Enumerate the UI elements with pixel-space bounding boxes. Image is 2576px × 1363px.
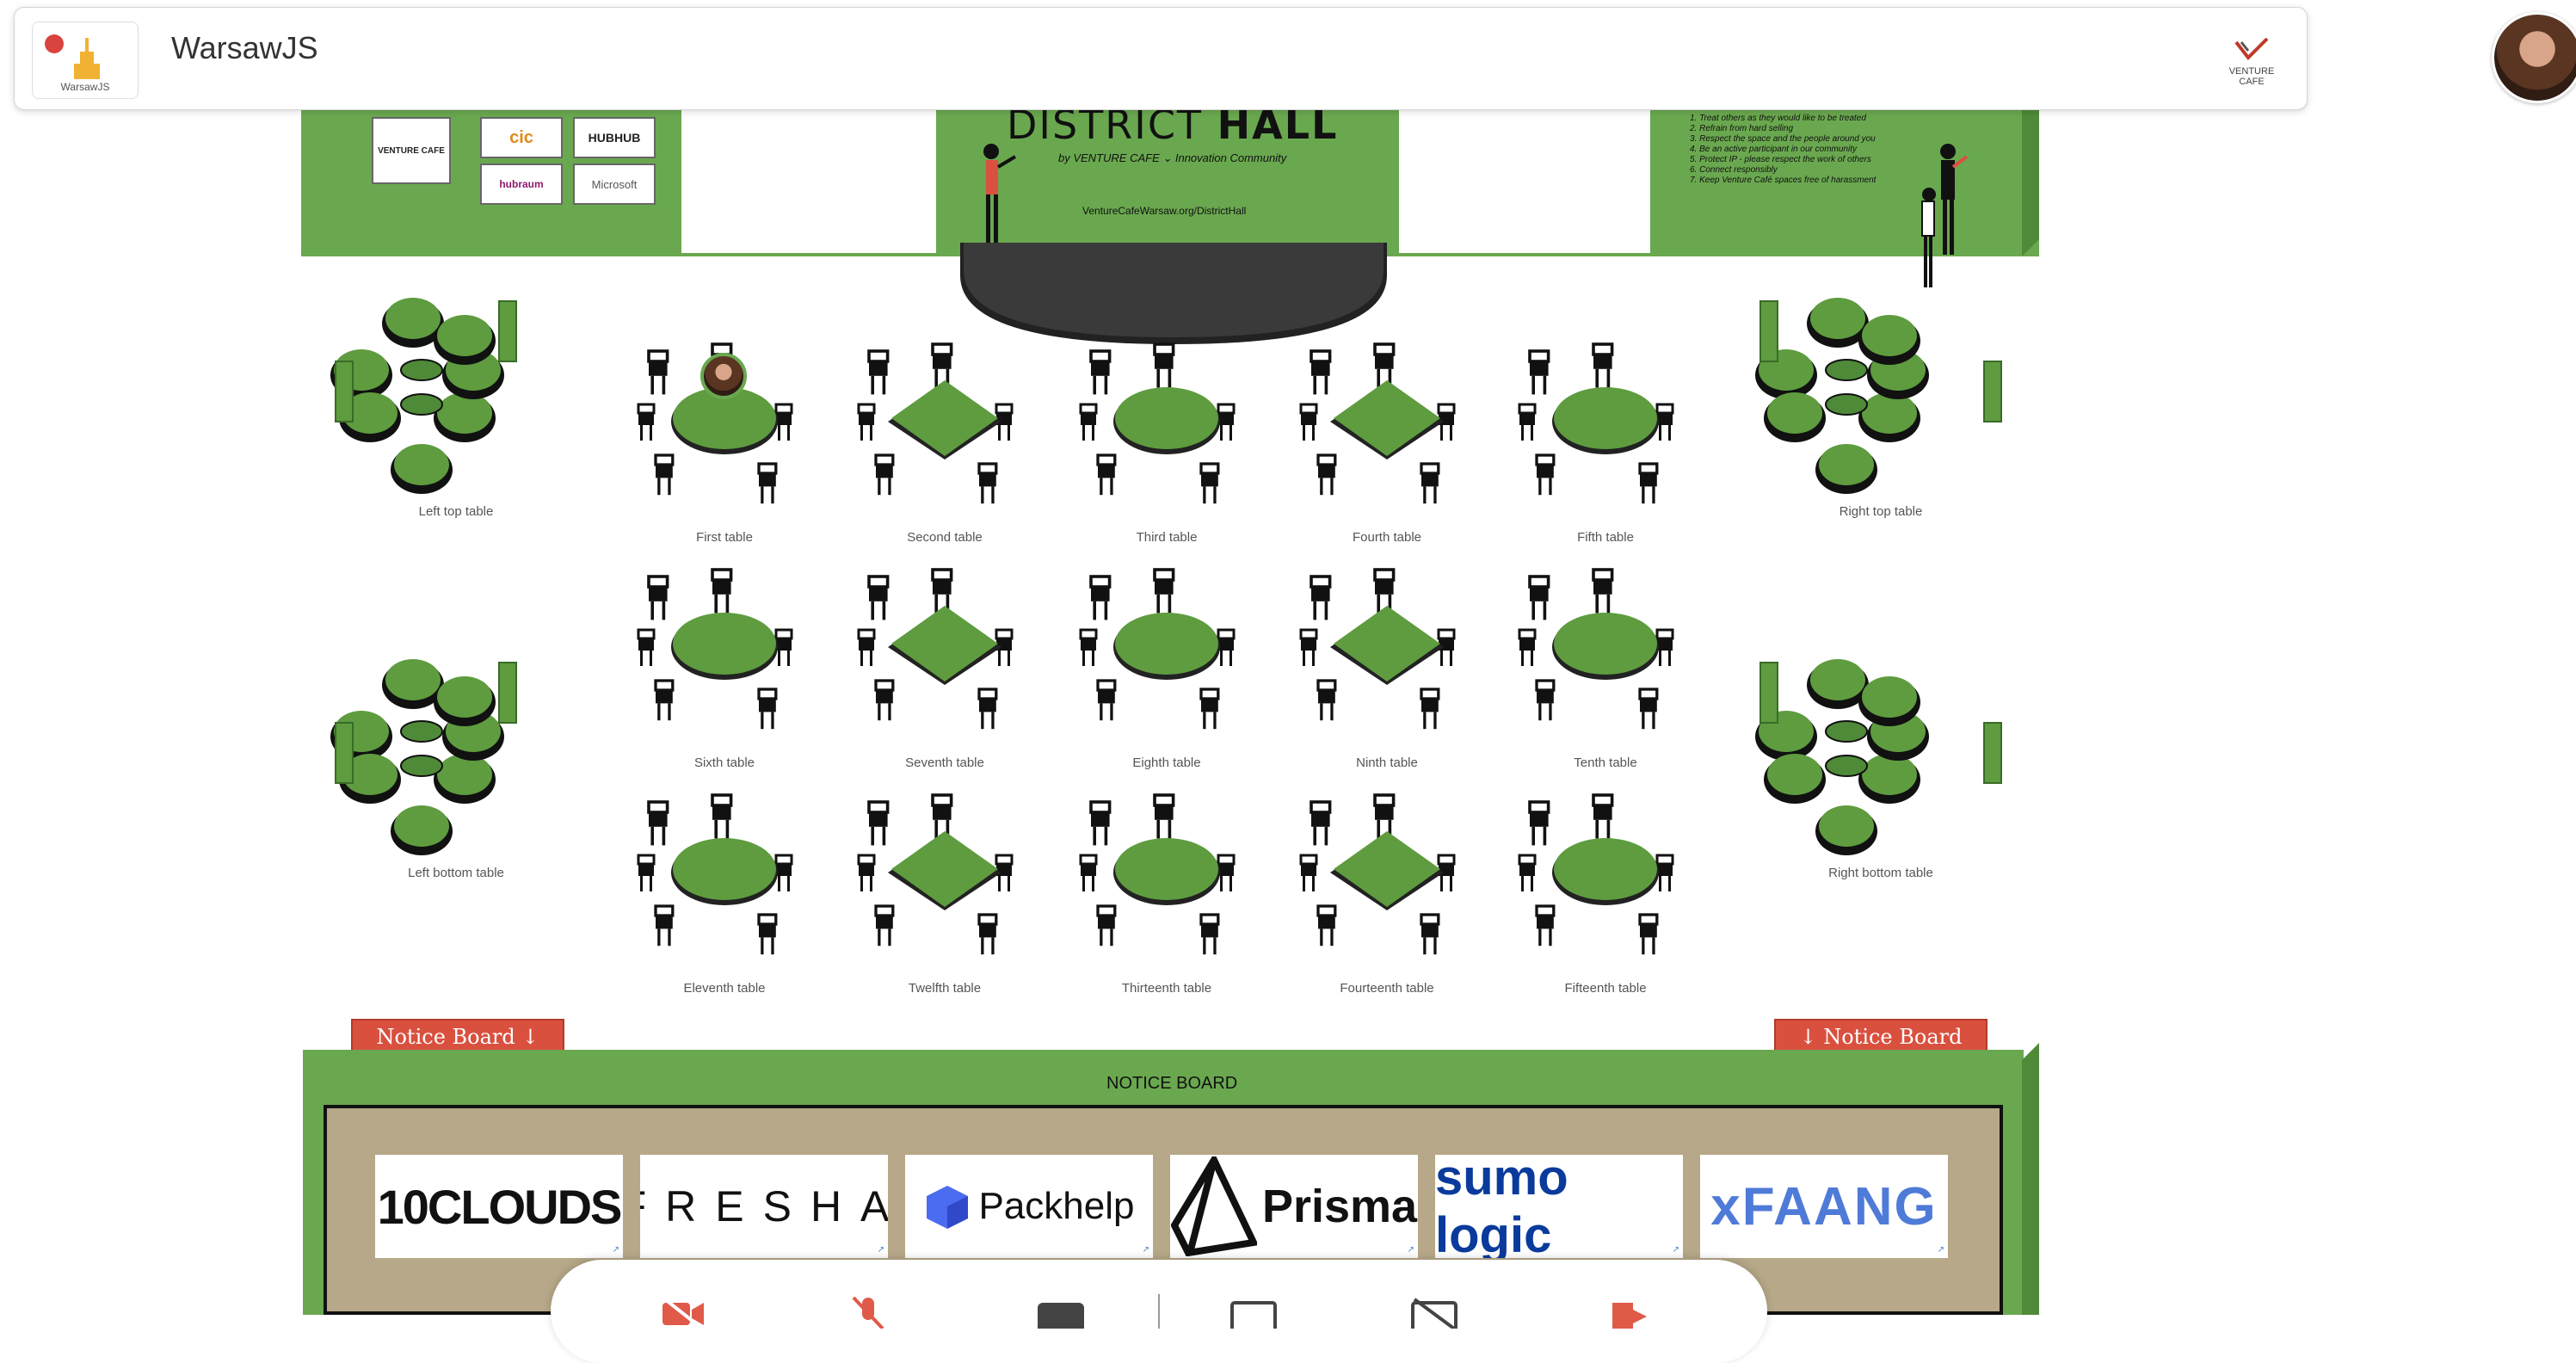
round-table-graphic[interactable]: [1511, 336, 1700, 508]
user-avatar[interactable]: [2492, 12, 2576, 103]
lounge-table-graphic[interactable]: [1752, 284, 2010, 508]
sponsor-name: FRESHA: [640, 1182, 888, 1230]
sponsor-name: xFAANG: [1710, 1176, 1938, 1237]
district-hall-subtitle: by VENTURE CAFE ⌄ Innovation Community: [1058, 151, 1287, 164]
lounge-label: Right bottom table: [1828, 866, 1933, 880]
table-label: Eleventh table: [683, 981, 766, 996]
mic-off-icon[interactable]: [845, 1294, 891, 1329]
open-link-icon: ↗: [1142, 1245, 1149, 1255]
table-label: Third table: [1136, 530, 1198, 545]
palace-icon: [74, 38, 100, 79]
stage-platform: [960, 243, 1387, 344]
screen-share-off-icon[interactable]: [1411, 1294, 1457, 1329]
open-link-icon: ↗: [877, 1245, 884, 1255]
venture-cafe-logo[interactable]: VENTURE CAFE: [2226, 34, 2277, 87]
diamond-table-graphic[interactable]: [850, 561, 1039, 733]
app-title: WarsawJS: [171, 30, 318, 65]
sponsor-name: sumo logic: [1435, 1155, 1568, 1258]
warsawjs-logo[interactable]: WarsawJS: [32, 22, 139, 99]
table-label: First table: [696, 530, 753, 545]
sponsor-sumo-logic[interactable]: sumo logic ↗: [1435, 1155, 1683, 1258]
open-link-icon: ↗: [1937, 1245, 1944, 1255]
table-label: Seventh table: [905, 756, 984, 770]
round-table-graphic[interactable]: [1072, 561, 1261, 733]
lounge-label: Left bottom table: [408, 866, 504, 880]
diamond-table-graphic[interactable]: [1292, 561, 1482, 733]
round-table-graphic[interactable]: [630, 561, 819, 733]
diamond-table-graphic[interactable]: [850, 336, 1039, 508]
table-label: Twelfth table: [908, 981, 982, 996]
round-table-graphic[interactable]: [1511, 786, 1700, 959]
diamond-table-graphic[interactable]: [1292, 336, 1482, 508]
lounge-table-graphic[interactable]: [327, 645, 585, 869]
table-label: Eighth table: [1132, 756, 1201, 770]
community-rules: 1. Treat others as they would like to be…: [1690, 114, 1877, 185]
table-label: Fourth table: [1352, 530, 1422, 545]
round-table-graphic[interactable]: [630, 786, 819, 959]
sponsor-10clouds[interactable]: 10CLOUDS ↗: [375, 1155, 623, 1258]
round-table-graphic[interactable]: [1511, 561, 1700, 733]
diamond-table-graphic[interactable]: [850, 786, 1039, 959]
sponsor-xfaang[interactable]: xFAANG ↗: [1700, 1155, 1948, 1258]
lounge-table-graphic[interactable]: [327, 284, 585, 508]
app-logo-caption: WarsawJS: [60, 81, 110, 93]
table-label: Fourteenth table: [1340, 981, 1434, 996]
round-table-graphic[interactable]: [1072, 336, 1261, 508]
leave-icon[interactable]: [1605, 1294, 1652, 1329]
partner-logo-venture-cafe[interactable]: VENTURE CAFE: [372, 117, 451, 184]
open-link-icon: ↗: [1672, 1245, 1679, 1255]
diamond-table-graphic[interactable]: [1292, 786, 1482, 959]
sponsor-name: Prisma: [1261, 1181, 1418, 1232]
partner-logo-hubraum[interactable]: hubraum: [480, 163, 563, 205]
table-label: Fifth table: [1577, 530, 1634, 545]
sponsor-name: 10CLOUDS: [377, 1179, 623, 1234]
table-label: Second table: [907, 530, 983, 545]
lounge-label: Left top table: [418, 504, 494, 519]
participant-avatar[interactable]: [700, 353, 747, 399]
prisma-triangle-icon: [1170, 1156, 1257, 1256]
sponsor-prisma[interactable]: Prisma ↗: [1170, 1155, 1418, 1258]
checkmark-logo-icon: [2234, 37, 2269, 61]
district-hall-url[interactable]: VentureCafeWarsaw.org/DistrictHall: [1082, 205, 1246, 217]
sponsor-fresha[interactable]: FRESHA ↗: [640, 1155, 888, 1258]
toolbar-divider: [1158, 1294, 1160, 1329]
lounge-label: Right top table: [1839, 504, 1923, 519]
camera-off-icon[interactable]: [659, 1294, 706, 1329]
table-label: Tenth table: [1574, 756, 1637, 770]
stop-icon[interactable]: [1038, 1294, 1084, 1329]
screen-share-icon[interactable]: [1230, 1294, 1277, 1329]
notification-dot: [45, 34, 64, 53]
standing-people-icon: [1921, 144, 1969, 287]
open-link-icon: ↗: [612, 1245, 619, 1255]
lounge-table-graphic[interactable]: [1752, 645, 2010, 869]
notice-board-heading: NOTICE BOARD: [1106, 1074, 1238, 1093]
partner-logo-hubhub[interactable]: HUBHUB: [573, 117, 656, 158]
table-label: Sixth table: [693, 756, 755, 770]
top-bar: WarsawJS WarsawJS VENTURE CAFE: [14, 7, 2308, 110]
notice-board-wall-side: [2022, 1043, 2039, 1315]
partner-logo-cic[interactable]: cic: [480, 117, 563, 158]
partner-logo-microsoft[interactable]: Microsoft: [573, 163, 656, 205]
table-label: Ninth table: [1356, 756, 1418, 770]
table-label: Fifteenth table: [1564, 981, 1647, 996]
round-table-graphic[interactable]: [1072, 786, 1261, 959]
packhelp-cube-icon: [927, 1186, 969, 1229]
wall-side: [2022, 108, 2039, 256]
partner-logo-caption: VENTURE CAFE: [2228, 66, 2275, 87]
sponsor-name: Packhelp: [978, 1185, 1135, 1227]
open-link-icon: ↗: [1407, 1245, 1414, 1255]
wall-panel-left: [681, 108, 936, 253]
table-label: Thirteenth table: [1121, 981, 1212, 996]
wall-panel-right: [1399, 108, 1650, 253]
call-toolbar: [551, 1260, 1767, 1363]
sponsor-packhelp[interactable]: Packhelp ↗: [905, 1155, 1153, 1258]
